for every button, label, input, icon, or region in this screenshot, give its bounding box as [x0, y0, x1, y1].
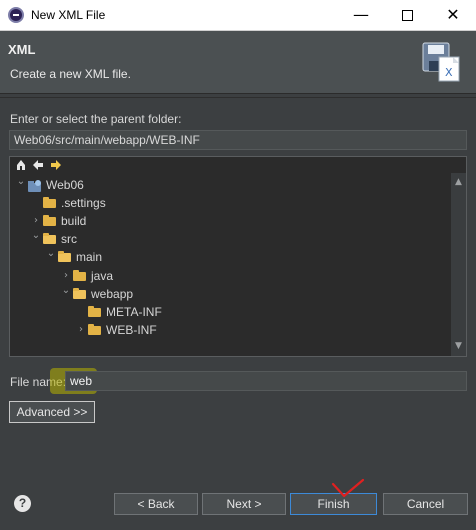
scroll-down-icon[interactable]: ▼	[451, 339, 466, 354]
folder-icon	[43, 215, 56, 227]
home-icon[interactable]	[16, 159, 26, 171]
parent-folder-input[interactable]: Web06/src/main/webapp/WEB-INF	[9, 130, 467, 150]
tree-item[interactable]: ⌄ main	[10, 248, 450, 266]
tree-item-label: webapp	[91, 286, 134, 301]
tree-item-label: .settings	[61, 196, 106, 211]
tree-item-label: src	[61, 232, 77, 247]
chevron-down-icon[interactable]: ⌄	[31, 227, 41, 245]
title-bar: New XML File — ✕	[0, 0, 476, 31]
back-button[interactable]: < Back	[114, 493, 198, 515]
cancel-button[interactable]: Cancel	[383, 493, 468, 515]
chevron-down-icon[interactable]: ⌄	[61, 282, 71, 300]
tree-item-label: java	[91, 268, 114, 283]
wizard-description: Create a new XML file.	[10, 67, 131, 81]
advanced-button[interactable]: Advanced >>	[9, 401, 95, 423]
tree-item-label: build	[61, 214, 87, 229]
scroll-up-icon[interactable]: ▲	[451, 175, 466, 190]
folder-icon	[43, 197, 56, 209]
tree-item-label: main	[76, 250, 103, 265]
chevron-right-icon[interactable]: ›	[76, 321, 86, 339]
red-check-annotation	[331, 478, 365, 498]
chevron-down-icon[interactable]: ⌄	[46, 245, 56, 263]
folder-open-icon	[58, 251, 71, 263]
tree-item[interactable]: META-INF	[10, 303, 450, 321]
tree-item[interactable]: .settings	[10, 194, 450, 212]
folder-icon	[88, 305, 101, 317]
xml-file-wizard-icon: X	[422, 42, 460, 82]
tree-item[interactable]: ⌄ Web06	[10, 176, 450, 194]
banner-separator	[0, 97, 476, 98]
folder-icon	[88, 323, 101, 335]
file-name-input[interactable]: web	[65, 371, 467, 391]
window-title: New XML File	[31, 8, 106, 22]
maximize-button[interactable]	[384, 0, 430, 30]
folder-icon	[73, 269, 86, 281]
folder-open-icon	[43, 233, 56, 245]
wizard-banner: XML Create a new XML file. X	[0, 31, 476, 94]
folder-open-icon	[73, 287, 86, 299]
chevron-down-icon[interactable]: ⌄	[16, 173, 26, 191]
project-icon	[28, 179, 42, 192]
tree-item-label: META-INF	[106, 304, 162, 319]
help-icon[interactable]: ?	[14, 495, 31, 512]
minimize-button[interactable]: —	[338, 0, 384, 30]
wizard-title: XML	[8, 42, 36, 57]
tree-item[interactable]: › WEB-INF	[10, 321, 450, 339]
tree-item[interactable]: › java	[10, 267, 450, 285]
tree-item-label: Web06	[46, 178, 84, 192]
tree-item[interactable]: ⌄ src	[10, 230, 450, 248]
svg-text:X: X	[445, 66, 453, 79]
tree-item-label: WEB-INF	[106, 322, 157, 337]
folder-tree[interactable]: ⌄ Web06 .settings › build ⌄ src ⌄ main › java ⌄ weba…	[9, 156, 467, 357]
back-arrow-icon[interactable]	[32, 159, 44, 171]
tree-item[interactable]: › build	[10, 212, 450, 230]
tree-item[interactable]: ⌄ webapp	[10, 285, 450, 303]
close-button[interactable]: ✕	[430, 0, 476, 30]
eclipse-app-icon	[8, 7, 24, 23]
next-button[interactable]: Next >	[202, 493, 286, 515]
forward-arrow-icon[interactable]	[50, 159, 62, 171]
parent-folder-label: Enter or select the parent folder:	[10, 112, 182, 126]
tree-vertical-scrollbar[interactable]: ▲ ▼	[451, 173, 466, 356]
maximize-icon	[401, 10, 413, 21]
